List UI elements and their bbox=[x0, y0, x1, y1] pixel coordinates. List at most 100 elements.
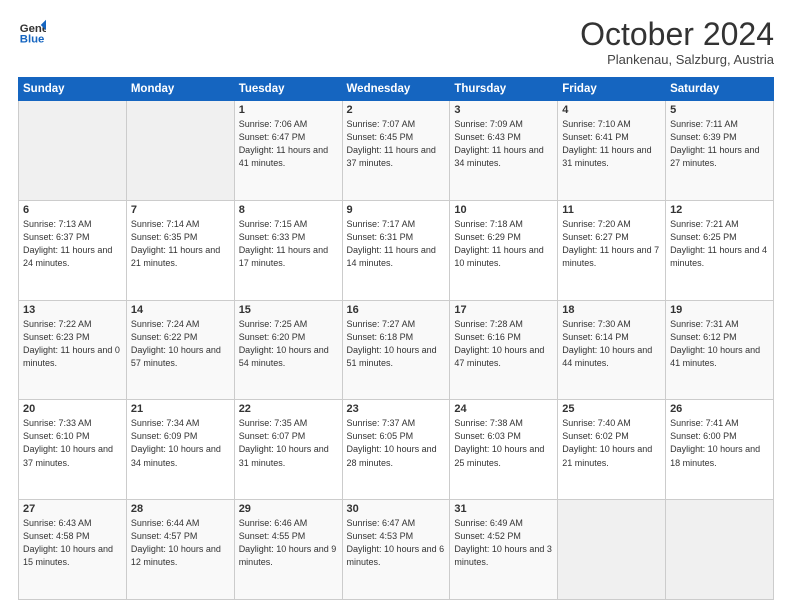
day-info: Sunrise: 7:22 AMSunset: 6:23 PMDaylight:… bbox=[23, 318, 122, 370]
day-info: Sunrise: 7:34 AMSunset: 6:09 PMDaylight:… bbox=[131, 417, 230, 469]
calendar-page: General Blue October 2024 Plankenau, Sal… bbox=[0, 0, 792, 612]
day-number: 5 bbox=[670, 104, 769, 116]
calendar-cell: 12 Sunrise: 7:21 AMSunset: 6:25 PMDayligh… bbox=[666, 200, 774, 300]
day-info: Sunrise: 7:13 AMSunset: 6:37 PMDaylight:… bbox=[23, 218, 122, 270]
day-info: Sunrise: 7:40 AMSunset: 6:02 PMDaylight:… bbox=[562, 417, 661, 469]
day-header-friday: Friday bbox=[558, 78, 666, 101]
calendar-cell: 22 Sunrise: 7:35 AMSunset: 6:07 PMDayligh… bbox=[234, 400, 342, 500]
day-number: 14 bbox=[131, 304, 230, 316]
month-title: October 2024 bbox=[580, 18, 774, 50]
location-subtitle: Plankenau, Salzburg, Austria bbox=[580, 52, 774, 67]
day-info: Sunrise: 6:44 AMSunset: 4:57 PMDaylight:… bbox=[131, 517, 230, 569]
day-info: Sunrise: 6:47 AMSunset: 4:53 PMDaylight:… bbox=[347, 517, 446, 569]
day-header-monday: Monday bbox=[126, 78, 234, 101]
day-info: Sunrise: 7:18 AMSunset: 6:29 PMDaylight:… bbox=[454, 218, 553, 270]
day-number: 17 bbox=[454, 304, 553, 316]
calendar-cell: 28Sunrise: 6:44 AMSunset: 4:57 PMDayligh… bbox=[126, 500, 234, 600]
day-number: 9 bbox=[347, 204, 446, 216]
calendar-cell: 4Sunrise: 7:10 AMSunset: 6:41 PMDaylight… bbox=[558, 101, 666, 201]
day-number: 27 bbox=[23, 503, 122, 515]
title-block: October 2024 Plankenau, Salzburg, Austri… bbox=[580, 18, 774, 67]
day-info: Sunrise: 7:11 AMSunset: 6:39 PMDaylight:… bbox=[670, 118, 769, 170]
day-info: Sunrise: 6:43 AMSunset: 4:58 PMDaylight:… bbox=[23, 517, 122, 569]
day-number: 31 bbox=[454, 503, 553, 515]
day-number: 24 bbox=[454, 403, 553, 415]
day-info: Sunrise: 7:24 AMSunset: 6:22 PMDaylight:… bbox=[131, 318, 230, 370]
calendar-cell: 1Sunrise: 7:06 AMSunset: 6:47 PMDaylight… bbox=[234, 101, 342, 201]
day-info: Sunrise: 7:31 AMSunset: 6:12 PMDaylight:… bbox=[670, 318, 769, 370]
calendar-cell bbox=[126, 101, 234, 201]
calendar-header-row: SundayMondayTuesdayWednesdayThursdayFrid… bbox=[19, 78, 774, 101]
day-number: 19 bbox=[670, 304, 769, 316]
calendar-cell: 20 Sunrise: 7:33 AMSunset: 6:10 PMDayligh… bbox=[19, 400, 127, 500]
calendar-cell: 15Sunrise: 7:25 AMSunset: 6:20 PMDayligh… bbox=[234, 300, 342, 400]
day-number: 2 bbox=[347, 104, 446, 116]
day-number: 30 bbox=[347, 503, 446, 515]
day-header-sunday: Sunday bbox=[19, 78, 127, 101]
calendar-cell: 30 Sunrise: 6:47 AMSunset: 4:53 PMDayligh… bbox=[342, 500, 450, 600]
day-number: 26 bbox=[670, 403, 769, 415]
day-number: 23 bbox=[347, 403, 446, 415]
day-info: Sunrise: 7:09 AMSunset: 6:43 PMDaylight:… bbox=[454, 118, 553, 170]
calendar-cell: 10 Sunrise: 7:18 AMSunset: 6:29 PMDayligh… bbox=[450, 200, 558, 300]
day-header-tuesday: Tuesday bbox=[234, 78, 342, 101]
calendar-cell bbox=[558, 500, 666, 600]
calendar-week-3: 13 Sunrise: 7:22 AMSunset: 6:23 PMDayligh… bbox=[19, 300, 774, 400]
calendar-cell: 26 Sunrise: 7:41 AMSunset: 6:00 PMDayligh… bbox=[666, 400, 774, 500]
calendar-cell: 16 Sunrise: 7:27 AMSunset: 6:18 PMDayligh… bbox=[342, 300, 450, 400]
day-number: 29 bbox=[239, 503, 338, 515]
calendar-cell: 27 Sunrise: 6:43 AMSunset: 4:58 PMDayligh… bbox=[19, 500, 127, 600]
day-info: Sunrise: 6:49 AMSunset: 4:52 PMDaylight:… bbox=[454, 517, 553, 569]
day-number: 22 bbox=[239, 403, 338, 415]
calendar-week-1: 1Sunrise: 7:06 AMSunset: 6:47 PMDaylight… bbox=[19, 101, 774, 201]
calendar-cell: 18Sunrise: 7:30 AMSunset: 6:14 PMDayligh… bbox=[558, 300, 666, 400]
day-info: Sunrise: 7:07 AMSunset: 6:45 PMDaylight:… bbox=[347, 118, 446, 170]
calendar-cell: 7 Sunrise: 7:14 AMSunset: 6:35 PMDaylight… bbox=[126, 200, 234, 300]
day-info: Sunrise: 7:30 AMSunset: 6:14 PMDaylight:… bbox=[562, 318, 661, 370]
day-info: Sunrise: 7:17 AMSunset: 6:31 PMDaylight:… bbox=[347, 218, 446, 270]
calendar-cell: 23Sunrise: 7:37 AMSunset: 6:05 PMDayligh… bbox=[342, 400, 450, 500]
header: General Blue October 2024 Plankenau, Sal… bbox=[18, 18, 774, 67]
day-info: Sunrise: 7:14 AMSunset: 6:35 PMDaylight:… bbox=[131, 218, 230, 270]
calendar-cell: 31 Sunrise: 6:49 AMSunset: 4:52 PMDayligh… bbox=[450, 500, 558, 600]
calendar-cell: 21Sunrise: 7:34 AMSunset: 6:09 PMDayligh… bbox=[126, 400, 234, 500]
day-number: 12 bbox=[670, 204, 769, 216]
day-info: Sunrise: 7:25 AMSunset: 6:20 PMDaylight:… bbox=[239, 318, 338, 370]
day-number: 7 bbox=[131, 204, 230, 216]
day-number: 20 bbox=[23, 403, 122, 415]
day-number: 10 bbox=[454, 204, 553, 216]
calendar-cell: 8Sunrise: 7:15 AMSunset: 6:33 PMDaylight… bbox=[234, 200, 342, 300]
day-info: Sunrise: 7:27 AMSunset: 6:18 PMDaylight:… bbox=[347, 318, 446, 370]
calendar-cell: 17Sunrise: 7:28 AMSunset: 6:16 PMDayligh… bbox=[450, 300, 558, 400]
day-header-wednesday: Wednesday bbox=[342, 78, 450, 101]
day-info: Sunrise: 6:46 AMSunset: 4:55 PMDaylight:… bbox=[239, 517, 338, 569]
day-header-saturday: Saturday bbox=[666, 78, 774, 101]
calendar-cell: 5 Sunrise: 7:11 AMSunset: 6:39 PMDaylight… bbox=[666, 101, 774, 201]
day-number: 16 bbox=[347, 304, 446, 316]
calendar-cell: 3 Sunrise: 7:09 AMSunset: 6:43 PMDaylight… bbox=[450, 101, 558, 201]
calendar-cell: 19 Sunrise: 7:31 AMSunset: 6:12 PMDayligh… bbox=[666, 300, 774, 400]
day-info: Sunrise: 7:15 AMSunset: 6:33 PMDaylight:… bbox=[239, 218, 338, 270]
day-number: 3 bbox=[454, 104, 553, 116]
calendar-week-4: 20 Sunrise: 7:33 AMSunset: 6:10 PMDayligh… bbox=[19, 400, 774, 500]
day-info: Sunrise: 7:33 AMSunset: 6:10 PMDaylight:… bbox=[23, 417, 122, 469]
day-number: 1 bbox=[239, 104, 338, 116]
calendar-cell: 25Sunrise: 7:40 AMSunset: 6:02 PMDayligh… bbox=[558, 400, 666, 500]
calendar-week-2: 6 Sunrise: 7:13 AMSunset: 6:37 PMDaylight… bbox=[19, 200, 774, 300]
calendar-week-5: 27 Sunrise: 6:43 AMSunset: 4:58 PMDayligh… bbox=[19, 500, 774, 600]
day-number: 4 bbox=[562, 104, 661, 116]
day-info: Sunrise: 7:41 AMSunset: 6:00 PMDaylight:… bbox=[670, 417, 769, 469]
day-info: Sunrise: 7:21 AMSunset: 6:25 PMDaylight:… bbox=[670, 218, 769, 270]
day-number: 6 bbox=[23, 204, 122, 216]
logo: General Blue bbox=[18, 18, 46, 46]
day-info: Sunrise: 7:38 AMSunset: 6:03 PMDaylight:… bbox=[454, 417, 553, 469]
day-number: 13 bbox=[23, 304, 122, 316]
day-info: Sunrise: 7:20 AMSunset: 6:27 PMDaylight:… bbox=[562, 218, 661, 270]
day-header-thursday: Thursday bbox=[450, 78, 558, 101]
day-info: Sunrise: 7:35 AMSunset: 6:07 PMDaylight:… bbox=[239, 417, 338, 469]
calendar-cell: 24 Sunrise: 7:38 AMSunset: 6:03 PMDayligh… bbox=[450, 400, 558, 500]
calendar-cell: 14 Sunrise: 7:24 AMSunset: 6:22 PMDayligh… bbox=[126, 300, 234, 400]
calendar-cell: 29 Sunrise: 6:46 AMSunset: 4:55 PMDayligh… bbox=[234, 500, 342, 600]
calendar-cell: 2 Sunrise: 7:07 AMSunset: 6:45 PMDaylight… bbox=[342, 101, 450, 201]
calendar-cell bbox=[666, 500, 774, 600]
